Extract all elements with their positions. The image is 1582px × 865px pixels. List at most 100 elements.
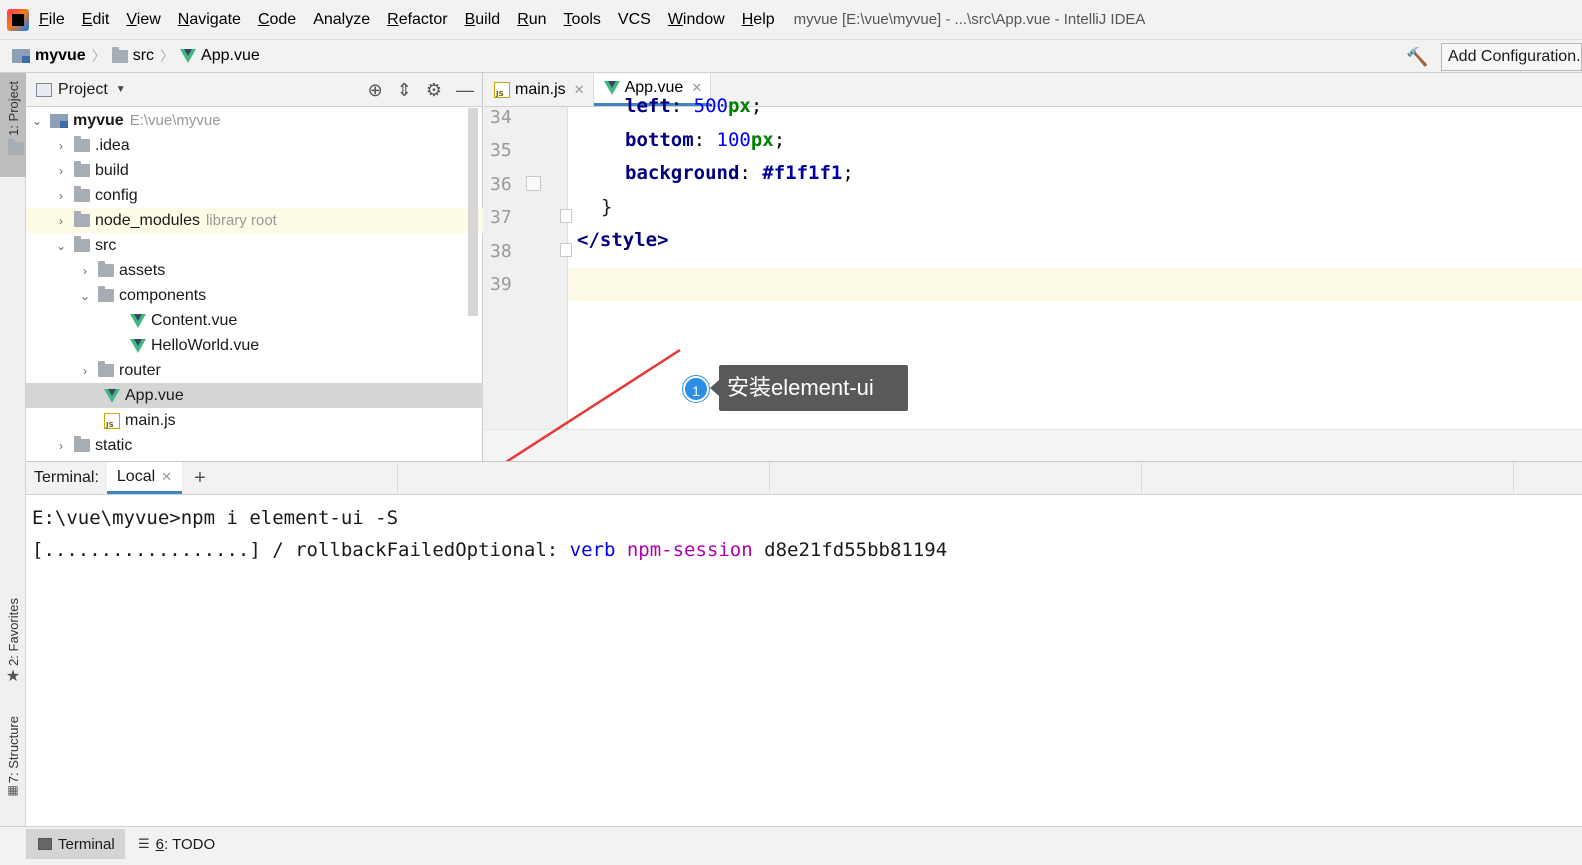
- code-line-38: </style>: [577, 229, 669, 251]
- locate-crosshair-icon[interactable]: ⊕: [368, 80, 383, 101]
- menu-help[interactable]: Help: [742, 11, 775, 29]
- terminal-line: E:\vue\myvue>npm i element-ui -S: [32, 507, 399, 529]
- tree-item-root[interactable]: ⌄ myvue E:\vue\myvue: [26, 108, 483, 133]
- vue-file-icon: [603, 81, 620, 95]
- minimize-icon[interactable]: —: [456, 80, 474, 101]
- project-folder-icon: [7, 138, 24, 155]
- menu-edit[interactable]: Edit: [82, 11, 110, 29]
- todo-tool-button[interactable]: ☰ 6: TODO: [126, 829, 225, 859]
- chevron-down-icon[interactable]: ⌄: [78, 289, 92, 303]
- menu-file[interactable]: File: [39, 11, 65, 29]
- menu-view[interactable]: View: [126, 11, 160, 29]
- vue-file-icon: [180, 49, 197, 63]
- list-icon: ☰: [138, 836, 150, 851]
- project-scrollbar[interactable]: [468, 108, 478, 316]
- tree-item-content-vue[interactable]: Content.vue: [26, 308, 483, 333]
- close-icon[interactable]: ✕: [574, 82, 585, 98]
- project-tool-button[interactable]: 1: Project: [0, 73, 26, 177]
- tree-item-assets[interactable]: › assets: [26, 258, 483, 283]
- chevron-right-icon[interactable]: ›: [54, 189, 68, 203]
- tab-main-js[interactable]: main.js ✕: [484, 73, 594, 106]
- folder-icon: [98, 261, 114, 277]
- breadcrumb-project[interactable]: myvue: [35, 47, 86, 65]
- breadcrumb-src[interactable]: src: [133, 47, 154, 65]
- collapse-all-icon[interactable]: ⇕: [397, 80, 412, 101]
- chevron-right-icon[interactable]: ›: [54, 439, 68, 453]
- chevron-right-icon[interactable]: ›: [54, 139, 68, 153]
- chevron-down-icon[interactable]: ⌄: [30, 114, 44, 128]
- menu-run[interactable]: Run: [517, 11, 546, 29]
- tree-item-router[interactable]: › router: [26, 358, 483, 383]
- folder-icon: [74, 161, 90, 177]
- structure-tool-button[interactable]: 7: Structure ▦: [0, 716, 26, 816]
- js-file-icon: [104, 412, 120, 429]
- code-line-37: }: [601, 196, 613, 218]
- add-configuration-button[interactable]: Add Configuration...: [1441, 43, 1582, 71]
- tree-item-src[interactable]: ⌄ src: [26, 233, 483, 258]
- chevron-down-icon[interactable]: ▼: [116, 84, 126, 95]
- terminal-tool-button[interactable]: Terminal: [26, 829, 125, 859]
- menu-window[interactable]: Window: [668, 11, 725, 29]
- project-panel-title[interactable]: Project: [58, 81, 108, 99]
- breadcrumb-file[interactable]: App.vue: [201, 47, 260, 65]
- project-panel-header: Project ▼ ⊕ ⇕ ⚙ —: [26, 73, 482, 107]
- line-number: 36: [490, 174, 512, 195]
- code-line-34: left: 500px;: [625, 95, 763, 117]
- current-line-highlight: [484, 268, 1582, 301]
- close-icon[interactable]: ✕: [161, 469, 172, 485]
- step-badge: 1: [683, 376, 709, 402]
- project-icon: [12, 49, 30, 63]
- folder-icon: [74, 136, 90, 152]
- fold-icon[interactable]: [560, 209, 572, 223]
- tree-item-static[interactable]: › static: [26, 433, 483, 458]
- favorites-tool-button[interactable]: 2: Favorites ★: [0, 598, 26, 698]
- terminal-output[interactable]: E:\vue\myvue>npm i element-ui -S [......…: [32, 502, 947, 566]
- chevron-down-icon[interactable]: ⌄: [54, 239, 68, 253]
- line-number: 34: [490, 107, 512, 128]
- js-file-icon: [494, 81, 510, 98]
- tree-item-config[interactable]: › config: [26, 183, 483, 208]
- menu-build[interactable]: Build: [465, 11, 501, 29]
- project-panel-tools: ⊕ ⇕ ⚙ —: [368, 73, 474, 107]
- tree-item-helloworld-vue[interactable]: HelloWorld.vue: [26, 333, 483, 358]
- project-view-icon: [36, 82, 52, 97]
- chevron-right-icon[interactable]: ›: [78, 264, 92, 278]
- folder-icon: [98, 361, 114, 377]
- tab-local[interactable]: Local ✕: [106, 462, 183, 494]
- folder-icon: [74, 236, 90, 252]
- menu-vcs[interactable]: VCS: [618, 11, 651, 29]
- tree-item-build[interactable]: › build: [26, 158, 483, 183]
- build-hammer-icon[interactable]: 🔨: [1406, 47, 1428, 67]
- gear-icon[interactable]: ⚙: [426, 80, 442, 101]
- menu-bar: File Edit View Navigate Code Analyze Ref…: [0, 0, 1582, 40]
- chevron-right-icon[interactable]: ›: [54, 214, 68, 228]
- tree-item-node-modules[interactable]: › node_modules library root: [26, 208, 483, 233]
- color-swatch-icon[interactable]: [526, 176, 541, 191]
- terminal-label: Terminal:: [34, 469, 99, 486]
- tree-item-app-vue[interactable]: App.vue: [26, 383, 483, 408]
- terminal-line: [..................] / rollbackFailedOpt…: [32, 539, 948, 561]
- navigation-bar: myvue 〉 src 〉 App.vue: [0, 40, 1582, 73]
- menu-analyze[interactable]: Analyze: [313, 11, 370, 29]
- line-number: 35: [490, 140, 512, 161]
- vue-file-icon: [130, 313, 146, 328]
- annotation-tooltip: 安装element-ui: [710, 365, 908, 411]
- chevron-right-icon[interactable]: ›: [54, 164, 68, 178]
- new-terminal-plus-icon[interactable]: +: [182, 462, 218, 494]
- breadcrumb-separator-icon: 〉: [91, 48, 106, 64]
- menu-code[interactable]: Code: [258, 11, 296, 29]
- tree-item-components[interactable]: ⌄ components: [26, 283, 483, 308]
- line-number: 37: [490, 207, 512, 228]
- menu-tools[interactable]: Tools: [564, 11, 601, 29]
- fold-icon[interactable]: [560, 243, 572, 257]
- tree-item-idea[interactable]: › .idea: [26, 133, 483, 158]
- terminal-panel: Terminal: Local ✕ + E:\vue\myvue>npm i e…: [26, 461, 1582, 826]
- menu-refactor[interactable]: Refactor: [387, 11, 447, 29]
- folder-icon: [98, 286, 114, 302]
- menu-navigate[interactable]: Navigate: [178, 11, 241, 29]
- folder-icon: [74, 436, 90, 452]
- chevron-right-icon[interactable]: ›: [78, 364, 92, 378]
- project-tree: ⌄ myvue E:\vue\myvue › .idea › build › c…: [26, 108, 483, 461]
- tree-item-main-js[interactable]: main.js: [26, 408, 483, 433]
- status-bar: Terminal ☰ 6: TODO: [0, 826, 1582, 865]
